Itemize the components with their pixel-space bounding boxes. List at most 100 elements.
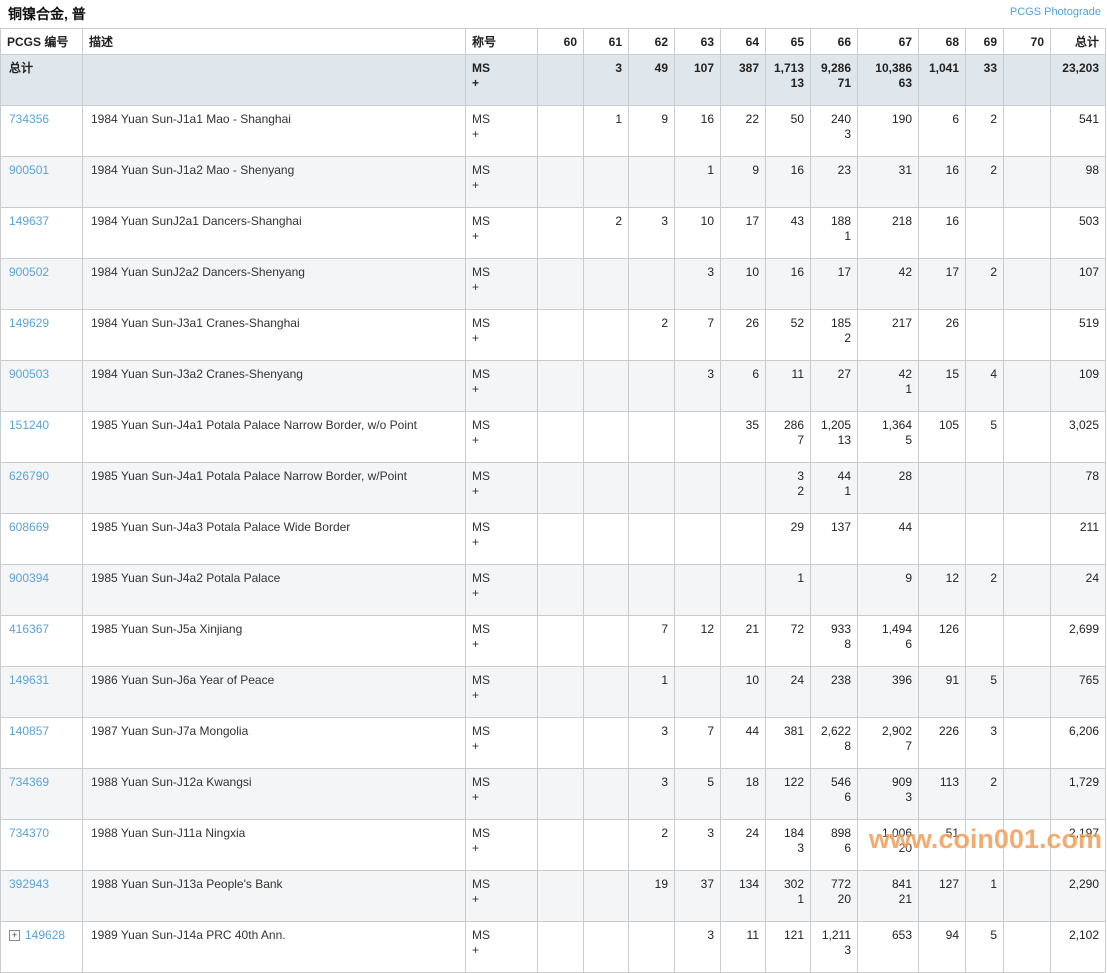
grade-61-cell: [583, 666, 629, 718]
grade-65-cell: 72: [765, 615, 811, 667]
grade-70-cell: [1003, 258, 1051, 310]
grade-61-cell: [583, 309, 629, 361]
grade-66-cell: 185 2: [810, 309, 858, 361]
pcgs-number-link[interactable]: 149628: [25, 928, 65, 942]
grade-62-cell: 2: [628, 819, 675, 871]
pcgs-number-link[interactable]: 149631: [9, 673, 49, 687]
row-total: 2,699: [1050, 615, 1106, 667]
grade-63-cell: 10: [674, 207, 721, 259]
pcgs-number-cell: 416367: [0, 615, 83, 667]
coin-description: 1985 Yuan Sun-J4a3 Potala Palace Wide Bo…: [82, 513, 466, 565]
grade-63-cell: 3: [674, 819, 721, 871]
pcgs-number-link[interactable]: 151240: [9, 418, 49, 432]
pcgs-number-link[interactable]: 392943: [9, 877, 49, 891]
grade-69-cell: 2: [965, 156, 1004, 208]
totals-description-cell: [82, 54, 466, 106]
grade-67-cell: 2,902 7: [857, 717, 919, 769]
pcgs-number-link[interactable]: 734370: [9, 826, 49, 840]
grade-62-cell: 49: [628, 54, 675, 106]
grade-64-cell: 9: [720, 156, 766, 208]
grade-69-cell: 5: [965, 666, 1004, 718]
grade-61-cell: [583, 921, 629, 973]
grade-61-cell: [583, 717, 629, 769]
grade-69-cell: 1: [965, 870, 1004, 922]
grade-70-cell: [1003, 207, 1051, 259]
row-total: 107: [1050, 258, 1106, 310]
designation-cell: MS +: [465, 513, 538, 565]
grade-68-cell: 15: [918, 360, 966, 412]
row-total: 541: [1050, 105, 1106, 157]
grade-63-cell: 7: [674, 309, 721, 361]
row-total: 24: [1050, 564, 1106, 616]
grade-62-cell: [628, 411, 675, 463]
grade-67-cell: 841 21: [857, 870, 919, 922]
grade-65-cell: 43: [765, 207, 811, 259]
pcgs-photograde-link[interactable]: PCGS Photograde: [1010, 6, 1101, 18]
grade-60-cell: [537, 105, 584, 157]
grade-66-cell: 772 20: [810, 870, 858, 922]
grade-62-cell: 7: [628, 615, 675, 667]
grade-61-cell: [583, 513, 629, 565]
grade-64-cell: [720, 462, 766, 514]
grade-62-cell: 2: [628, 309, 675, 361]
pcgs-number-link[interactable]: 149629: [9, 316, 49, 330]
grade-63-cell: [674, 411, 721, 463]
grade-64-cell: 24: [720, 819, 766, 871]
coin-description: 1985 Yuan Sun-J4a1 Potala Palace Narrow …: [82, 411, 466, 463]
grade-64-cell: [720, 564, 766, 616]
pcgs-number-cell: 734370: [0, 819, 83, 871]
population-table: PCGS 编号 描述 称号 60 61 62 63 64 65 66 67 68 69 70 总计 总计 MS…: [0, 28, 1106, 973]
pcgs-number-link[interactable]: 900503: [9, 367, 49, 381]
grade-62-cell: [628, 156, 675, 208]
pcgs-number-cell: 734356: [0, 105, 83, 157]
grade-69-cell: 33: [965, 54, 1004, 106]
pcgs-number-link[interactable]: 734369: [9, 775, 49, 789]
pcgs-number-link[interactable]: 626790: [9, 469, 49, 483]
pcgs-number-link[interactable]: 900501: [9, 163, 49, 177]
pcgs-number-link[interactable]: 149637: [9, 214, 49, 228]
grade-69-cell: 2: [965, 105, 1004, 157]
designation-cell: MS +: [465, 411, 538, 463]
designation-cell: MS +: [465, 156, 538, 208]
pcgs-number-link[interactable]: 734356: [9, 112, 49, 126]
grade-70-cell: [1003, 411, 1051, 463]
grade-61-cell: [583, 411, 629, 463]
grade-67-cell: 31: [857, 156, 919, 208]
grade-68-cell: 126: [918, 615, 966, 667]
grade-64-cell: 134: [720, 870, 766, 922]
grade-64-cell: 18: [720, 768, 766, 820]
grade-67-cell: 42 1: [857, 360, 919, 412]
grade-65-cell: 16: [765, 258, 811, 310]
table-row: 140857 1987 Yuan Sun-J7a Mongolia MS +3 7 44 3…: [0, 717, 1106, 769]
grade-65-cell: 1,713 13: [765, 54, 811, 106]
expand-icon[interactable]: +: [9, 930, 20, 941]
grade-60-cell: [537, 717, 584, 769]
grade-67-cell: 396: [857, 666, 919, 718]
grade-61-cell: [583, 360, 629, 412]
column-header-65: 65: [765, 28, 811, 55]
row-total: 519: [1050, 309, 1106, 361]
coin-description: 1984 Yuan Sun-J1a1 Mao - Shanghai: [82, 105, 466, 157]
designation-cell: MS +: [465, 309, 538, 361]
pcgs-number-cell: 900394: [0, 564, 83, 616]
row-total: 23,203: [1050, 54, 1106, 106]
grade-66-cell: 188 1: [810, 207, 858, 259]
pcgs-number-link[interactable]: 900394: [9, 571, 49, 585]
pcgs-number-link[interactable]: 900502: [9, 265, 49, 279]
designation-cell: MS +: [465, 207, 538, 259]
grade-69-cell: 5: [965, 411, 1004, 463]
grade-70-cell: [1003, 156, 1051, 208]
grade-65-cell: 32: [765, 462, 811, 514]
grade-65-cell: 50: [765, 105, 811, 157]
designation-cell: MS +: [465, 54, 538, 106]
grade-61-cell: [583, 870, 629, 922]
pcgs-number-link[interactable]: 608669: [9, 520, 49, 534]
grade-62-cell: [628, 513, 675, 565]
grade-61-cell: 2: [583, 207, 629, 259]
grade-60-cell: [537, 615, 584, 667]
row-total: 2,102: [1050, 921, 1106, 973]
grade-60-cell: [537, 462, 584, 514]
pcgs-number-link[interactable]: 140857: [9, 724, 49, 738]
pcgs-number-link[interactable]: 416367: [9, 622, 49, 636]
grade-62-cell: [628, 921, 675, 973]
